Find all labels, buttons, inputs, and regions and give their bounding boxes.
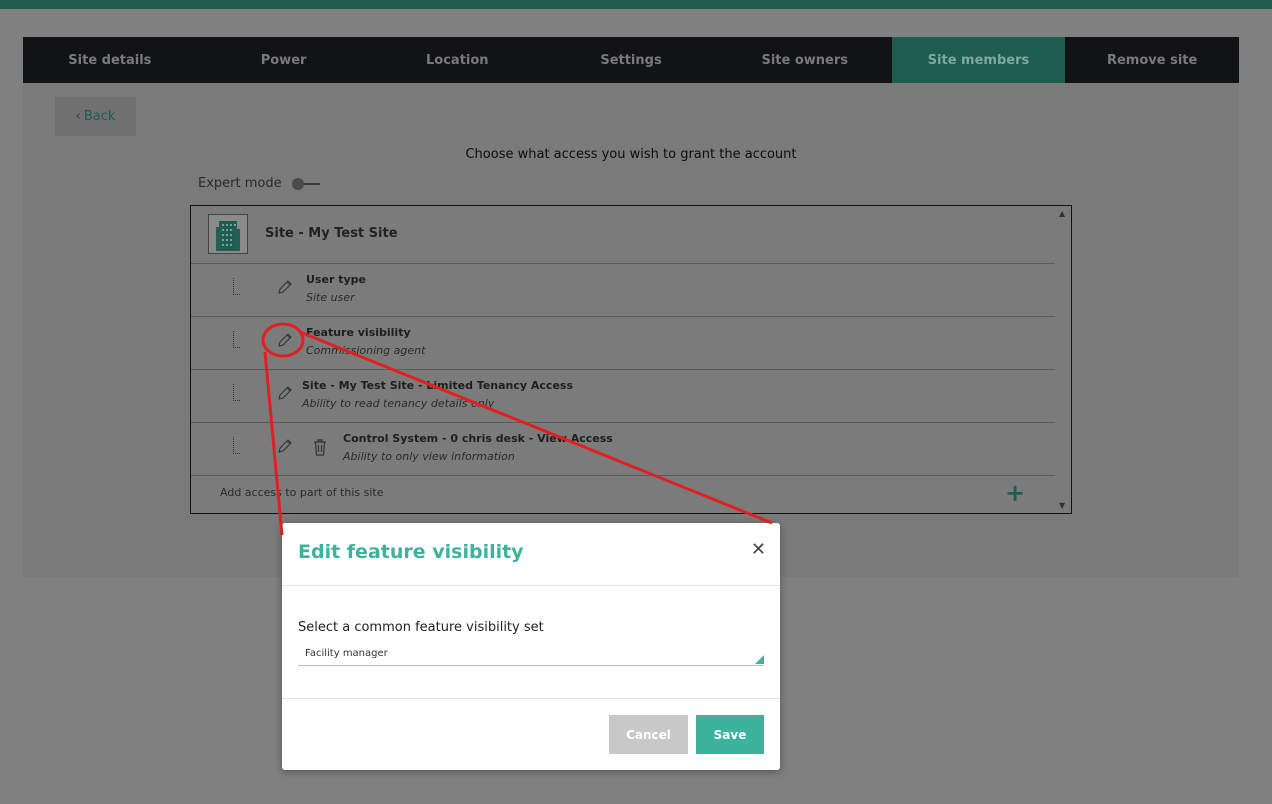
- save-button[interactable]: Save: [696, 715, 764, 754]
- add-access-row[interactable]: Add access to part of this site +: [191, 476, 1055, 513]
- tree-connector: [233, 278, 240, 295]
- tab-settings[interactable]: Settings: [544, 37, 718, 83]
- access-row-control-system: Control System - 0 chris desk - View Acc…: [191, 423, 1055, 476]
- plus-icon[interactable]: +: [1005, 478, 1025, 508]
- row-title: Feature visibility: [306, 326, 411, 339]
- back-button[interactable]: ‹ Back: [55, 97, 136, 136]
- tab-power[interactable]: Power: [197, 37, 371, 83]
- scroll-up-icon[interactable]: ▲: [1059, 209, 1065, 218]
- back-label: Back: [83, 109, 116, 124]
- row-subtitle: Site user: [306, 291, 355, 304]
- divider: [282, 585, 780, 586]
- site-title: Site - My Test Site: [265, 226, 398, 241]
- expert-mode: Expert mode: [198, 176, 322, 191]
- expert-mode-toggle[interactable]: [291, 177, 322, 191]
- select-value: Facility manager: [305, 648, 388, 659]
- access-row-feature-visibility: Feature visibility Commissioning agent: [191, 317, 1055, 370]
- pencil-icon[interactable]: [276, 331, 294, 349]
- tree-scrollbar[interactable]: ▲ ▼: [1056, 206, 1071, 513]
- row-subtitle: Ability to read tenancy details only: [302, 397, 495, 410]
- modal-title: Edit feature visibility: [298, 541, 524, 563]
- select-label: Select a common feature visibility set: [298, 620, 544, 635]
- access-tree: Site - My Test Site User type Site user …: [190, 205, 1072, 514]
- access-prompt: Choose what access you wish to grant the…: [465, 147, 797, 162]
- expert-mode-label: Expert mode: [198, 176, 282, 191]
- pencil-icon[interactable]: [276, 384, 294, 402]
- top-accent-bar: [0, 0, 1272, 9]
- building-icon: [208, 214, 248, 254]
- row-title: Control System - 0 chris desk - View Acc…: [343, 432, 613, 445]
- trash-icon[interactable]: [311, 437, 329, 457]
- tab-location[interactable]: Location: [370, 37, 544, 83]
- edit-feature-visibility-modal: Edit feature visibility ✕ Select a commo…: [282, 523, 780, 770]
- tree-connector: [233, 384, 240, 401]
- site-tabs: Site details Power Location Settings Sit…: [23, 37, 1239, 83]
- feature-visibility-select[interactable]: Facility manager: [298, 643, 764, 666]
- tab-site-owners[interactable]: Site owners: [718, 37, 892, 83]
- close-icon[interactable]: ✕: [751, 539, 766, 560]
- access-row-tenancy: Site - My Test Site - Limited Tenancy Ac…: [191, 370, 1055, 423]
- pencil-icon[interactable]: [276, 437, 294, 455]
- tab-site-members[interactable]: Site members: [891, 37, 1066, 83]
- row-subtitle: Ability to only view information: [343, 450, 515, 463]
- divider: [282, 698, 780, 699]
- access-row-user-type: User type Site user: [191, 264, 1055, 317]
- scroll-down-icon[interactable]: ▼: [1059, 501, 1065, 510]
- tree-connector: [233, 331, 240, 348]
- cancel-button[interactable]: Cancel: [609, 715, 688, 754]
- tab-remove-site[interactable]: Remove site: [1065, 37, 1239, 83]
- toggle-knob: [291, 177, 304, 190]
- pencil-icon[interactable]: [276, 278, 294, 296]
- row-subtitle: Commissioning agent: [306, 344, 426, 357]
- add-access-label: Add access to part of this site: [220, 486, 384, 499]
- row-title: User type: [306, 273, 366, 286]
- site-header: Site - My Test Site: [191, 206, 1055, 264]
- row-title: Site - My Test Site - Limited Tenancy Ac…: [302, 379, 574, 392]
- tree-connector: [233, 437, 240, 454]
- tab-site-details[interactable]: Site details: [23, 37, 197, 83]
- dropdown-caret-icon: [755, 655, 764, 664]
- chevron-left-icon: ‹: [75, 109, 81, 124]
